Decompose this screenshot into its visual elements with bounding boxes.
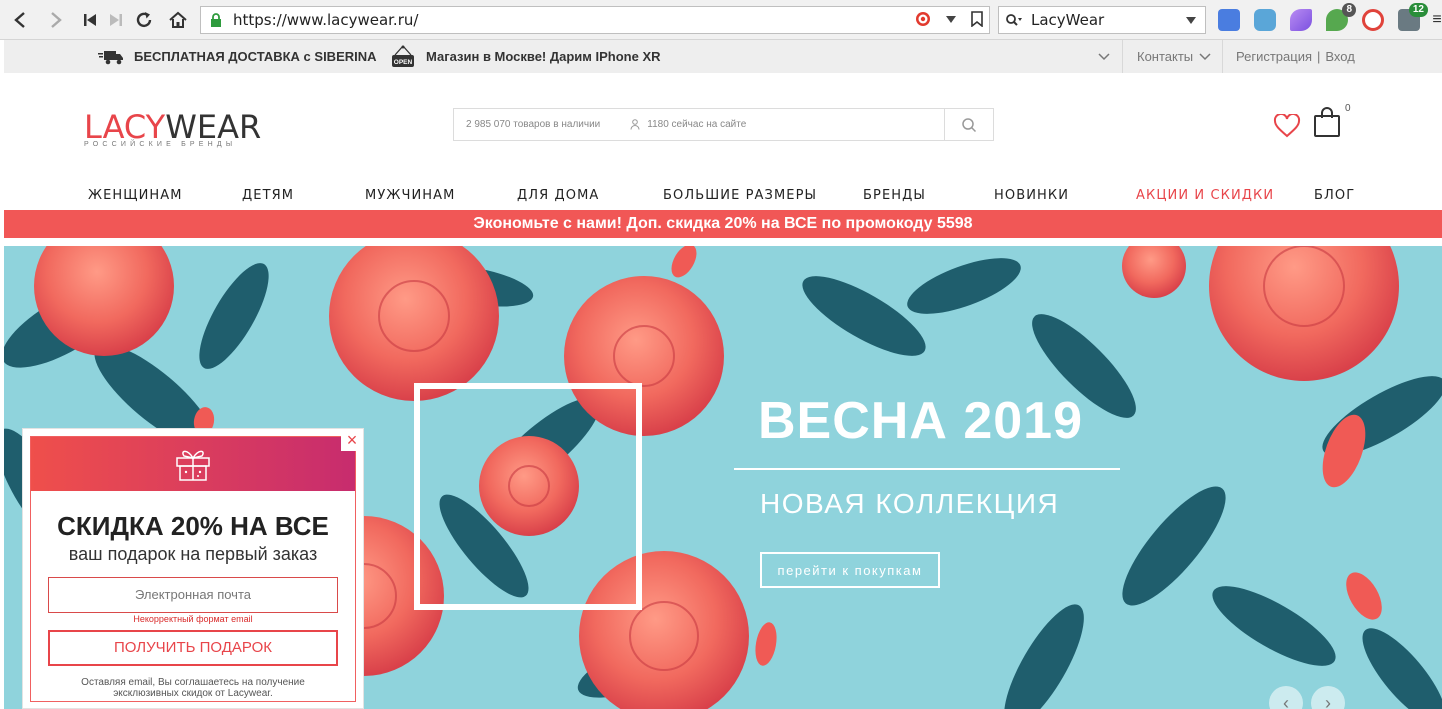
menu-item-new[interactable]: НОВИНКИ (994, 188, 1069, 203)
translate-extension-icon[interactable] (1218, 9, 1240, 31)
promo-banner[interactable]: Экономьте с нами! Доп. скидка 20% на ВСЕ… (4, 210, 1442, 238)
link-separator: | (1317, 49, 1321, 64)
menu-icon[interactable]: ≡ (1432, 6, 1442, 34)
get-gift-button[interactable]: ПОЛУЧИТЬ ПОДАРОК (48, 630, 338, 666)
search-button[interactable] (944, 108, 994, 141)
address-bar[interactable]: https://www.lacywear.ru/ (200, 6, 990, 34)
moscow-store-notice[interactable]: OPEN Магазин в Москве! Дарим IPhone XR (390, 40, 661, 73)
browser-search-value: LacyWear (1031, 11, 1105, 29)
menu-item-plus-size[interactable]: БОЛЬШИЕ РАЗМЕРЫ (663, 188, 817, 203)
popup-body: СКИДКА 20% НА ВСЕ ваш подарок на первый … (30, 436, 356, 702)
products-count: 2 985 070 товаров в наличии (466, 119, 601, 130)
logo-subtitle: РОССИЙСКИЕ БРЕНДЫ (84, 141, 237, 148)
hero-frame-decor (414, 383, 642, 610)
menu-item-home[interactable]: ДЛЯ ДОМА (517, 188, 599, 203)
shop-now-button[interactable]: перейти к покупкам (760, 552, 940, 588)
open-sign-text: OPEN (394, 59, 413, 66)
email-field[interactable]: Электронная почта (48, 577, 338, 613)
menu-item-women[interactable]: ЖЕНЩИНАМ (88, 188, 183, 203)
favorites-heart-icon[interactable] (1273, 114, 1301, 138)
menu-item-kids[interactable]: ДЕТЯМ (242, 188, 294, 203)
login-link[interactable]: Вход (1325, 49, 1354, 64)
popup-header (31, 437, 355, 491)
lock-icon (211, 13, 221, 27)
chevron-down-icon (1199, 52, 1211, 60)
refresh-extension-icon[interactable] (1362, 9, 1384, 31)
menu-item-blog[interactable]: БЛОГ (1314, 188, 1355, 203)
home-icon[interactable] (164, 6, 192, 34)
truck-icon (98, 50, 123, 64)
site-logo[interactable]: LACYWEAR РОССИЙСКИЕ БРЕНДЫ (84, 108, 261, 148)
popup-subtitle: ваш подарок на первый заказ (68, 544, 318, 564)
gift-icon (176, 450, 210, 481)
contacts-dropdown[interactable]: Контакты (1137, 40, 1211, 73)
browser-search-box[interactable]: LacyWear (998, 6, 1206, 34)
extension-badge: 8 (1342, 3, 1356, 17)
cart-count: 0 (1345, 103, 1351, 114)
bookmark-icon[interactable] (971, 11, 983, 27)
pen-extension-icon[interactable] (1290, 9, 1312, 31)
discount-popup: СКИДКА 20% НА ВСЕ ваш подарок на первый … (22, 428, 364, 709)
popup-consent-note: Оставляя email, Вы соглашаетесь на получ… (81, 677, 305, 699)
search-icon (962, 117, 977, 132)
hero-subtitle: НОВАЯ КОЛЛЕКЦИЯ (760, 488, 1060, 519)
screenshot-extension-icon[interactable] (1254, 9, 1276, 31)
delivery-text: БЕСПЛАТНАЯ ДОСТАВКА с SIBERINA (134, 49, 377, 64)
site-search[interactable]: 2 985 070 товаров в наличии 1180 сейчас … (453, 108, 994, 141)
user-icon (630, 119, 640, 130)
register-link[interactable]: Регистрация (1236, 49, 1312, 64)
target-icon[interactable] (915, 11, 931, 27)
popup-title: СКИДКА 20% НА ВСЕ (57, 511, 329, 541)
forward-icon[interactable] (42, 6, 70, 34)
hero-divider (734, 468, 1120, 470)
dropdown-arrow-icon[interactable] (945, 13, 957, 25)
chevron-down-icon (1098, 52, 1110, 60)
main-menu: ЖЕНЩИНАМ ДЕТЯМ МУЖЧИНАМ ДЛЯ ДОМА БОЛЬШИЕ… (4, 180, 1442, 210)
browser-toolbar: https://www.lacywear.ru/ LacyWear 8 12 ≡ (0, 0, 1442, 40)
hero-title: ВЕСНА 2019 (758, 392, 1084, 450)
contacts-label: Контакты (1137, 49, 1194, 64)
account-links: Регистрация | Вход (1236, 40, 1355, 73)
divider (1222, 40, 1223, 73)
fast-forward-icon[interactable] (102, 6, 130, 34)
location-extension-icon[interactable]: 8 (1326, 3, 1356, 31)
free-delivery-notice[interactable]: БЕСПЛАТНАЯ ДОСТАВКА с SIBERINA (98, 40, 377, 73)
search-engine-icon (1006, 14, 1022, 26)
extension-badge: 12 (1408, 3, 1428, 17)
divider (1122, 40, 1123, 73)
reload-icon[interactable] (130, 6, 158, 34)
top-info-bar: БЕСПЛАТНАЯ ДОСТАВКА с SIBERINA OPEN Мага… (4, 40, 1442, 73)
search-dropdown-icon[interactable] (1185, 15, 1197, 25)
language-dropdown[interactable] (1098, 40, 1110, 73)
menu-item-brands[interactable]: БРЕНДЫ (863, 188, 926, 203)
puzzle-extension-icon[interactable]: 12 (1398, 3, 1428, 31)
menu-item-sales[interactable]: АКЦИИ И СКИДКИ (1136, 188, 1274, 203)
close-icon[interactable]: × (341, 429, 363, 451)
back-icon[interactable] (6, 6, 34, 34)
cart-bag-icon[interactable] (1313, 106, 1341, 138)
open-sign-icon: OPEN (392, 45, 414, 67)
online-count: 1180 сейчас на сайте (630, 119, 746, 130)
email-error-message: Некорректный формат email (133, 614, 253, 624)
online-count-text: 1180 сейчас на сайте (647, 119, 747, 130)
menu-item-men[interactable]: МУЖЧИНАМ (365, 188, 455, 203)
rewind-icon[interactable] (76, 6, 104, 34)
store-text: Магазин в Москве! Дарим IPhone XR (426, 49, 661, 64)
url-text: https://www.lacywear.ru/ (233, 11, 419, 29)
